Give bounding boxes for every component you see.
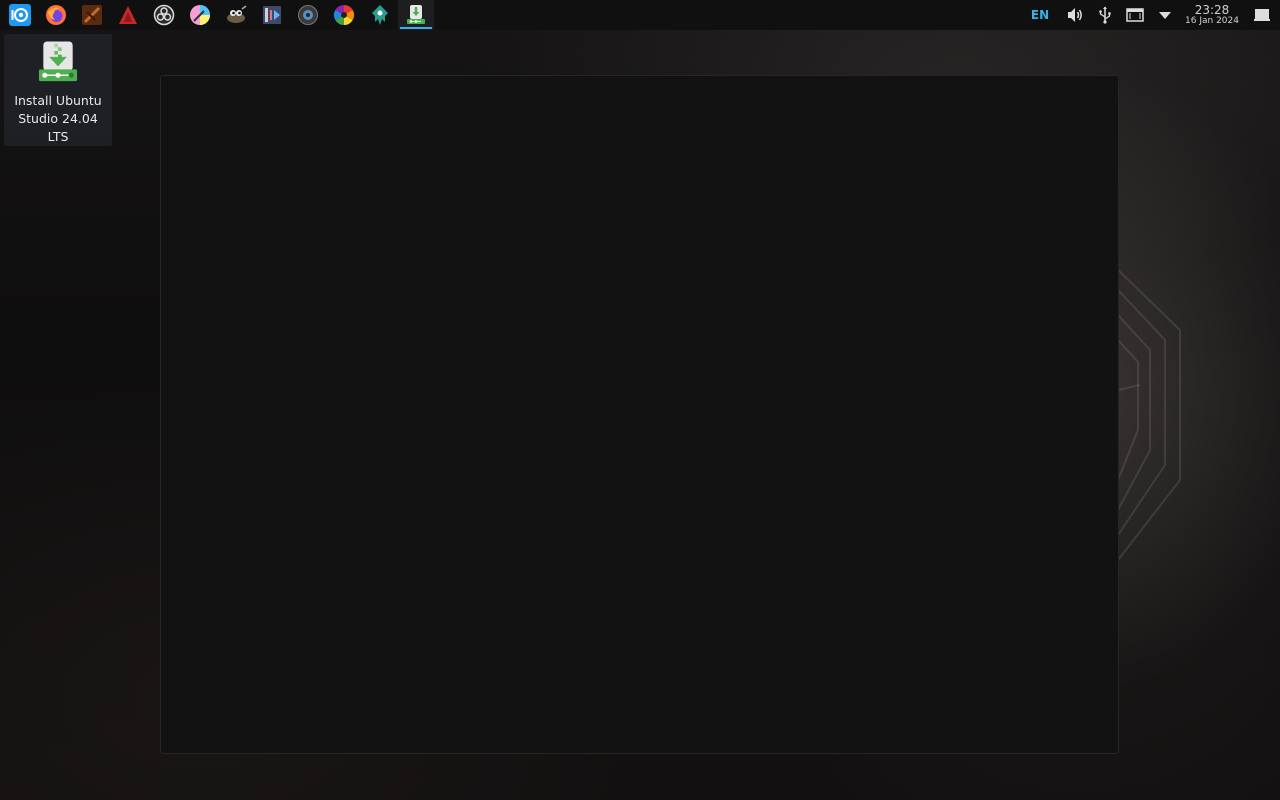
installer-icon (407, 5, 425, 24)
application-window[interactable] (160, 75, 1119, 754)
system-tray: EN 23:28 16 Jan 2024 (1024, 0, 1280, 30)
launcher-installer[interactable] (398, 0, 434, 30)
launcher-kdenlive[interactable] (254, 0, 290, 30)
digital-clock[interactable]: 23:28 16 Jan 2024 (1180, 0, 1244, 30)
ardour-icon (82, 5, 102, 25)
firefox-icon (46, 5, 66, 25)
launcher-carla[interactable] (110, 0, 146, 30)
ubuntu-studio-menu-icon (9, 4, 31, 26)
triangle-down-icon (1159, 12, 1171, 19)
carla-icon (119, 6, 137, 24)
launcher-application-menu[interactable] (2, 0, 38, 30)
tray-expand-button[interactable] (1150, 0, 1180, 30)
clock-date: 16 Jan 2024 (1185, 16, 1239, 26)
display-configuration[interactable] (1120, 0, 1150, 30)
gimp-icon (227, 5, 247, 23)
launcher-obs-studio[interactable] (146, 0, 182, 30)
installer-icon (38, 41, 78, 82)
mixxx-icon (298, 5, 318, 25)
removable-devices[interactable] (1090, 0, 1120, 30)
krita-icon (190, 5, 210, 25)
desktop-icon-label: Install Ubuntu Studio 24.04 LTS (14, 93, 102, 144)
keyboard-layout-indicator[interactable]: EN (1024, 0, 1056, 30)
desktop-icon-installer[interactable]: Install Ubuntu Studio 24.04 LTS (4, 34, 112, 146)
show-desktop-icon (1254, 9, 1270, 21)
launcher-gimp[interactable] (218, 0, 254, 30)
launcher-firefox[interactable] (38, 0, 74, 30)
top-panel: EN 23:28 16 Jan 2024 (0, 0, 1280, 30)
volume-control[interactable] (1060, 0, 1090, 30)
launcher-krita[interactable] (182, 0, 218, 30)
launcher-ardour[interactable] (74, 0, 110, 30)
show-desktop-button[interactable] (1244, 0, 1280, 30)
kdenlive-icon (263, 6, 281, 24)
usb-icon (1099, 6, 1111, 24)
launcher-inkscape[interactable] (362, 0, 398, 30)
launcher-darktable[interactable] (326, 0, 362, 30)
speaker-icon (1068, 8, 1082, 22)
display-icon (1126, 8, 1144, 22)
task-manager (0, 0, 434, 30)
obs-studio-icon (153, 4, 175, 26)
launcher-mixxx[interactable] (290, 0, 326, 30)
inkscape-icon (372, 5, 388, 25)
clock-time: 23:28 (1194, 3, 1230, 17)
darktable-icon (333, 4, 355, 26)
